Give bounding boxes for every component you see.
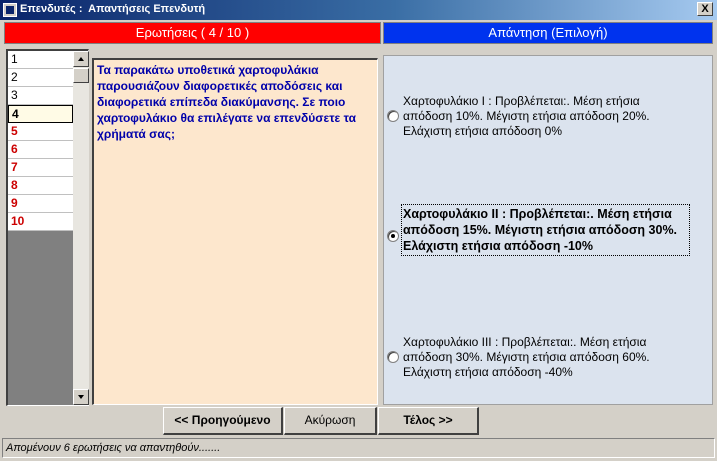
- list-item-1[interactable]: 1: [8, 51, 73, 69]
- option-portfolio-2[interactable]: Χαρτοφυλάκιο II : Προβλέπεται:. Μέση ετή…: [384, 204, 712, 271]
- question-list-scrollbar[interactable]: [73, 51, 89, 405]
- window-title: Επενδυτές : Απαντήσεις Επενδυτή: [20, 3, 206, 15]
- answer-header: Απάντηση (Επιλογή): [383, 22, 713, 44]
- list-item-3[interactable]: 3: [8, 87, 73, 105]
- cancel-button[interactable]: Ακύρωση: [284, 407, 377, 435]
- radio-button[interactable]: [387, 110, 399, 122]
- radio-button-selected[interactable]: [387, 230, 399, 242]
- arrow-up-icon[interactable]: [73, 51, 89, 67]
- list-item-4[interactable]: 4: [8, 105, 73, 123]
- close-icon[interactable]: X: [697, 2, 713, 16]
- answer-panel: Χαρτοφυλάκιο I : Προβλέπεται:. Μέση ετήσ…: [383, 55, 713, 405]
- title-bar[interactable]: Επενδυτές : Απαντήσεις Επενδυτή X: [0, 0, 717, 20]
- question-list-items: 1 2 3 4 5 6 7 8 9 10: [8, 51, 73, 405]
- list-item-5[interactable]: 5: [8, 123, 73, 141]
- option-label[interactable]: Χαρτοφυλάκιο III : Προβλέπεται:. Μέση ετ…: [403, 335, 688, 380]
- list-item-10[interactable]: 10: [8, 213, 73, 231]
- option-label[interactable]: Χαρτοφυλάκιο I : Προβλέπεται:. Μέση ετήσ…: [403, 94, 688, 139]
- list-empty-area: [8, 231, 73, 405]
- question-text: Τα παρακάτω υποθετικά χαρτοφυλάκια παρου…: [97, 63, 356, 141]
- finish-button[interactable]: Τέλος >>: [378, 407, 479, 435]
- option-portfolio-3[interactable]: Χαρτοφυλάκιο III : Προβλέπεται:. Μέση ετ…: [384, 333, 712, 383]
- option-portfolio-1[interactable]: Χαρτοφυλάκιο I : Προβλέπεται:. Μέση ετήσ…: [384, 92, 712, 142]
- option-label[interactable]: Χαρτοφυλάκιο II : Προβλέπεται:. Μέση ετή…: [401, 204, 690, 256]
- list-item-8[interactable]: 8: [8, 177, 73, 195]
- list-item-9[interactable]: 9: [8, 195, 73, 213]
- question-text-box: Τα παρακάτω υποθετικά χαρτοφυλάκια παρου…: [92, 58, 378, 405]
- status-bar: Απομένουν 6 ερωτήσεις να απαντηθούν.....…: [2, 438, 715, 458]
- radio-button[interactable]: [387, 351, 399, 363]
- list-item-6[interactable]: 6: [8, 141, 73, 159]
- questions-header: Ερωτήσεις ( 4 / 10 ): [4, 22, 381, 44]
- arrow-down-icon[interactable]: [73, 389, 89, 405]
- list-item-2[interactable]: 2: [8, 69, 73, 87]
- previous-button[interactable]: << Προηγούμενο: [163, 407, 283, 435]
- list-item-7[interactable]: 7: [8, 159, 73, 177]
- scroll-thumb[interactable]: [73, 68, 89, 83]
- app-window-icon: [3, 3, 17, 17]
- question-list[interactable]: 1 2 3 4 5 6 7 8 9 10: [6, 49, 89, 406]
